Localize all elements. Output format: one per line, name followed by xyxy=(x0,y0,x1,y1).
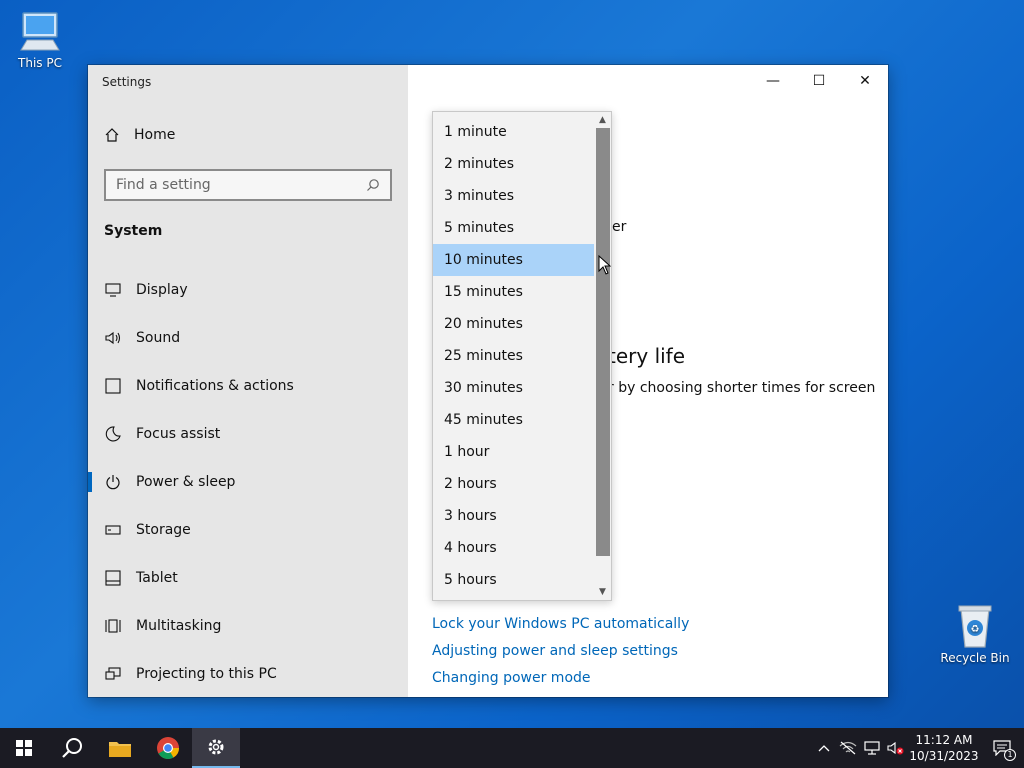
desktop-icon-label: Recycle Bin xyxy=(940,651,1010,665)
section-label-system: System xyxy=(104,223,163,239)
desktop-icon-this-pc[interactable]: This PC xyxy=(0,10,80,70)
taskbar-clock[interactable]: 11:12 AM 10/31/2023 xyxy=(908,732,980,764)
chevron-up-icon[interactable] xyxy=(812,728,836,768)
dropdown-option[interactable]: 20 minutes xyxy=(433,308,595,340)
dropdown-option[interactable]: 2 minutes xyxy=(433,148,595,180)
search-input[interactable]: Find a setting xyxy=(104,169,392,201)
sidebar-item-label: Sound xyxy=(136,330,181,346)
mouse-cursor-icon xyxy=(598,255,611,275)
search-icon xyxy=(367,179,379,191)
dropdown-option[interactable]: 4 hours xyxy=(433,532,595,564)
dropdown-option-selected[interactable]: 10 minutes xyxy=(433,244,595,276)
sidebar-nav: Display Sound Notifications & actions Fo… xyxy=(88,266,408,697)
tablet-icon xyxy=(104,569,122,587)
link-power-sleep-settings[interactable]: Adjusting power and sleep settings xyxy=(432,642,689,669)
desktop-icon-label: This PC xyxy=(18,56,62,70)
sidebar-item-focus-assist[interactable]: Focus assist xyxy=(88,410,408,458)
clock-time: 11:12 AM xyxy=(915,733,973,747)
network-icon[interactable] xyxy=(860,728,884,768)
sidebar-item-label: Notifications & actions xyxy=(136,378,294,394)
file-explorer-button[interactable] xyxy=(96,728,144,768)
sidebar-item-label: Storage xyxy=(136,522,191,538)
partial-text: er xyxy=(612,219,627,235)
speaker-icon xyxy=(104,329,122,347)
sidebar-item-label: Power & sleep xyxy=(136,474,236,490)
scrollbar-thumb[interactable] xyxy=(596,128,610,556)
notification-count-badge: 1 xyxy=(1004,749,1016,761)
windows-logo-icon xyxy=(16,740,32,756)
desktop-icon-recycle-bin[interactable]: ♻ Recycle Bin xyxy=(935,603,1015,665)
network-disconnected-icon[interactable] xyxy=(836,728,860,768)
system-tray: 11:12 AM 10/31/2023 1 xyxy=(812,728,1024,768)
folder-icon xyxy=(109,742,131,757)
dropdown-option[interactable]: 15 minutes xyxy=(433,276,595,308)
moon-icon xyxy=(104,425,122,443)
link-power-mode[interactable]: Changing power mode xyxy=(432,669,689,696)
partial-heading: tery life xyxy=(608,344,686,368)
sidebar-item-display[interactable]: Display xyxy=(88,266,408,314)
link-lock-pc[interactable]: Lock your Windows PC automatically xyxy=(432,615,689,642)
dropdown-option[interactable]: 3 hours xyxy=(433,500,595,532)
clock-date: 10/31/2023 xyxy=(909,749,979,763)
window-controls: — ☐ ✕ xyxy=(750,65,888,97)
dropdown-scrollbar[interactable]: ▲ ▼ xyxy=(594,112,611,600)
start-button[interactable] xyxy=(0,728,48,768)
dropdown-option[interactable]: 25 minutes xyxy=(433,340,595,372)
multitasking-icon xyxy=(104,617,122,635)
sidebar-item-multitasking[interactable]: Multitasking xyxy=(88,602,408,650)
svg-text:♻: ♻ xyxy=(971,624,980,635)
scroll-down-icon[interactable]: ▼ xyxy=(594,584,611,600)
power-icon xyxy=(104,473,122,491)
chrome-icon xyxy=(157,737,179,759)
close-button[interactable]: ✕ xyxy=(842,65,888,97)
minimize-button[interactable]: — xyxy=(750,65,796,97)
dropdown-option[interactable]: 1 hour xyxy=(433,436,595,468)
dropdown-option[interactable]: 3 minutes xyxy=(433,180,595,212)
settings-taskbar-button[interactable] xyxy=(192,728,240,768)
taskbar: 11:12 AM 10/31/2023 1 xyxy=(0,728,1024,768)
monitor-icon xyxy=(104,281,122,299)
gear-icon xyxy=(208,739,224,755)
sidebar-item-home[interactable]: Home xyxy=(104,127,175,143)
search-icon xyxy=(62,738,82,758)
dropdown-option[interactable]: 45 minutes xyxy=(433,404,595,436)
dropdown-option[interactable]: 30 minutes xyxy=(433,372,595,404)
dropdown-options: 1 minute 2 minutes 3 minutes 5 minutes 1… xyxy=(433,116,595,596)
maximize-button[interactable]: ☐ xyxy=(796,65,842,97)
screen-timeout-dropdown[interactable]: 1 minute 2 minutes 3 minutes 5 minutes 1… xyxy=(432,111,612,601)
sidebar-item-label: Display xyxy=(136,282,188,298)
sidebar-item-projecting[interactable]: Projecting to this PC xyxy=(88,650,408,697)
projecting-icon xyxy=(104,665,122,683)
dropdown-option[interactable]: 5 hours xyxy=(433,564,595,596)
dropdown-option[interactable]: 5 minutes xyxy=(433,212,595,244)
search-button[interactable] xyxy=(48,728,96,768)
sidebar-item-tablet[interactable]: Tablet xyxy=(88,554,408,602)
sidebar-item-label: Projecting to this PC xyxy=(136,666,277,682)
notification-icon xyxy=(104,377,122,395)
sidebar-item-storage[interactable]: Storage xyxy=(88,506,408,554)
home-icon xyxy=(105,128,119,142)
sidebar-item-label: Multitasking xyxy=(136,618,222,634)
action-center-button[interactable]: 1 xyxy=(980,728,1024,768)
recycle-bin-icon: ♻ xyxy=(958,605,992,648)
sidebar-item-sound[interactable]: Sound xyxy=(88,314,408,362)
scroll-up-icon[interactable]: ▲ xyxy=(594,112,611,128)
window-title: Settings xyxy=(102,75,152,89)
dropdown-option[interactable]: 1 minute xyxy=(433,116,595,148)
sidebar-item-power-sleep[interactable]: Power & sleep xyxy=(88,458,408,506)
partial-description: r by choosing shorter times for screen xyxy=(608,380,876,396)
home-label: Home xyxy=(134,127,176,143)
computer-icon xyxy=(20,12,60,51)
volume-muted-icon[interactable] xyxy=(884,728,908,768)
sidebar-item-label: Tablet xyxy=(136,570,178,586)
dropdown-option[interactable]: 2 hours xyxy=(433,468,595,500)
chrome-button[interactable] xyxy=(144,728,192,768)
related-links: Lock your Windows PC automatically Adjus… xyxy=(432,615,689,696)
sidebar: Settings Home Find a setting System Disp… xyxy=(88,65,408,697)
sidebar-item-label: Focus assist xyxy=(136,426,221,442)
storage-icon xyxy=(104,521,122,539)
sidebar-item-notifications[interactable]: Notifications & actions xyxy=(88,362,408,410)
search-placeholder: Find a setting xyxy=(116,177,211,193)
